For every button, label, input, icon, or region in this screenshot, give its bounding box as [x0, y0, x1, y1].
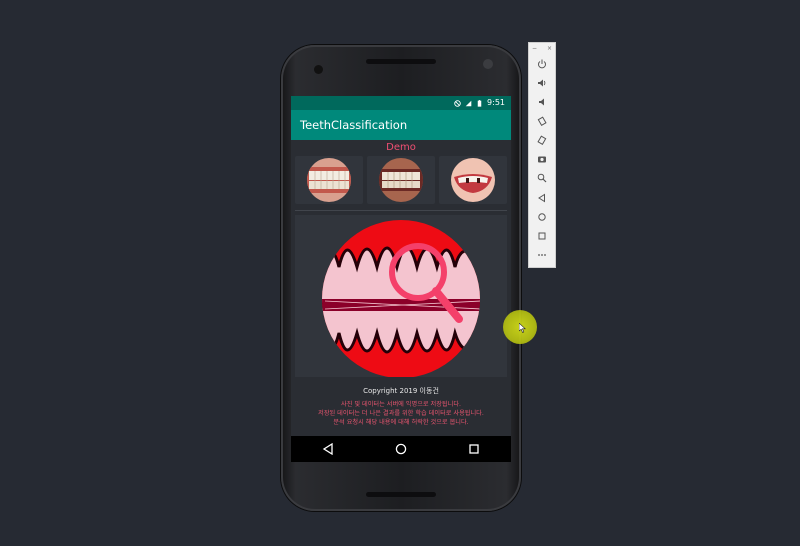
mouse-pointer-icon — [519, 323, 526, 333]
privacy-notice: 사진 및 데이터는 서버에 익명으로 저장됩니다. 저장된 데이터는 더 나은 … — [291, 400, 511, 427]
screenshot-icon — [538, 156, 546, 163]
rotate-left-button[interactable] — [534, 114, 550, 128]
teeth-magnifier-logo — [322, 220, 480, 378]
recents-icon — [469, 444, 479, 454]
zoom-button[interactable] — [534, 171, 550, 185]
app-title: TeethClassification — [300, 118, 408, 132]
front-camera — [483, 59, 493, 69]
analyze-logo-button[interactable] — [295, 215, 507, 378]
main-content: Demo Copyright 2019 이동건 사진 및 데이터는 서버에 익명… — [291, 140, 511, 436]
signal-icon — [465, 100, 472, 106]
section-divider — [295, 210, 507, 211]
rotate-left-icon — [537, 116, 547, 126]
nav-back-button[interactable] — [308, 439, 348, 459]
power-icon — [538, 59, 546, 69]
rotate-right-icon — [537, 135, 547, 145]
copyright-text: Copyright 2019 이동건 — [363, 387, 439, 395]
app-bar: TeethClassification — [291, 110, 511, 140]
emulator-toolbar: − × — [528, 42, 556, 268]
back-icon — [322, 443, 333, 455]
front-sensor — [314, 65, 323, 74]
volume-up-icon — [538, 79, 546, 87]
teeth-photo-1 — [307, 158, 351, 202]
sample-thumbnails — [295, 156, 507, 204]
back-icon — [538, 193, 545, 203]
battery-icon — [477, 99, 482, 107]
notice-line: 저장된 데이터는 더 나은 결과를 위한 학습 데이터로 사용됩니다. — [318, 410, 484, 417]
volume-down-button[interactable] — [534, 95, 550, 109]
nav-recents-button[interactable] — [454, 439, 494, 459]
demo-label: Demo — [386, 142, 416, 153]
volume-down-icon — [539, 98, 544, 106]
notice-line: 분석 요청시 해당 내용에 대해 허락한 것으로 봅니다. — [333, 419, 469, 426]
dnd-icon — [454, 99, 461, 107]
window-controls: − × — [532, 45, 552, 52]
overview-icon — [538, 232, 546, 240]
volume-up-button[interactable] — [534, 76, 550, 90]
home-button[interactable] — [534, 210, 550, 224]
teeth-sample-3[interactable] — [439, 156, 507, 204]
bottom-speaker — [366, 492, 436, 497]
minimize-button[interactable]: − — [532, 45, 537, 52]
phone-screen: 9:51 TeethClassification Demo Copyright … — [291, 96, 511, 462]
more-button[interactable] — [534, 248, 550, 262]
status-time: 9:51 — [487, 98, 505, 107]
screenshot-button[interactable] — [534, 152, 550, 166]
top-speaker — [366, 59, 436, 64]
zoom-icon — [537, 173, 547, 183]
teeth-photo-2 — [379, 158, 423, 202]
overview-button[interactable] — [534, 229, 550, 243]
rotate-right-button[interactable] — [534, 133, 550, 147]
power-button[interactable] — [534, 57, 550, 71]
more-icon — [538, 254, 546, 256]
notice-line: 사진 및 데이터는 서버에 익명으로 저장됩니다. — [341, 401, 461, 408]
teeth-photo-3 — [451, 158, 495, 202]
teeth-sample-1[interactable] — [295, 156, 363, 204]
status-bar: 9:51 — [291, 96, 511, 110]
teeth-sample-2[interactable] — [367, 156, 435, 204]
back-button[interactable] — [534, 191, 550, 205]
home-icon — [538, 213, 546, 221]
home-icon — [395, 443, 407, 455]
close-button[interactable]: × — [547, 45, 552, 52]
nav-home-button[interactable] — [381, 439, 421, 459]
nav-bar — [291, 436, 511, 462]
